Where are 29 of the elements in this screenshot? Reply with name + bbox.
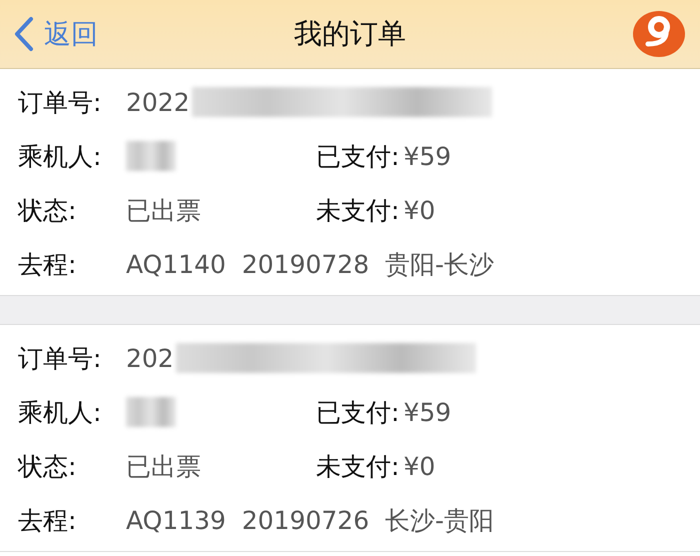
- redaction-mark: [126, 141, 176, 171]
- back-chevron-icon: [14, 16, 34, 52]
- field-label: 乘机人:: [18, 396, 102, 428]
- field-label: 乘机人:: [18, 140, 102, 172]
- field-label: 已支付:: [316, 140, 400, 172]
- field-label: 去程:: [18, 248, 78, 280]
- field-label: 状态:: [18, 194, 78, 226]
- order-number: 202: [126, 344, 174, 372]
- field-label: 未支付:: [316, 450, 400, 482]
- paid-amount: ¥59: [403, 398, 452, 426]
- field-label: 状态:: [18, 450, 78, 482]
- field-label: 去程:: [18, 504, 78, 536]
- app-logo-icon[interactable]: [632, 10, 686, 58]
- field-label: 已支付:: [316, 396, 400, 428]
- field-label: 未支付:: [316, 194, 400, 226]
- order-card[interactable]: 订单号: 2022 乘机人: 已支付: ¥59 状态: 已出票 未支付: ¥0 去程: AQ1140 20190728 贵阳-长沙: [0, 69, 700, 296]
- field-label: 订单号:: [18, 86, 102, 118]
- paid-amount: ¥59: [403, 142, 452, 170]
- unpaid-amount: ¥0: [403, 452, 436, 480]
- order-number: 2022: [126, 88, 190, 116]
- ticket-status: 已出票: [126, 450, 201, 482]
- field-label: 订单号:: [18, 342, 102, 374]
- page-title: 我的订单: [293, 16, 407, 52]
- ticket-status: 已出票: [126, 194, 201, 226]
- order-card[interactable]: 订单号: 202 乘机人: 已支付: ¥59 状态: 已出票 未支付: ¥0 去程: AQ1139 20190726 长沙-贵阳: [0, 325, 700, 552]
- unpaid-amount: ¥0: [403, 196, 436, 224]
- flight-info: AQ1139 20190726 长沙-贵阳: [126, 504, 494, 536]
- redaction-mark: [126, 397, 176, 427]
- flight-info: AQ1140 20190728 贵阳-长沙: [126, 248, 494, 280]
